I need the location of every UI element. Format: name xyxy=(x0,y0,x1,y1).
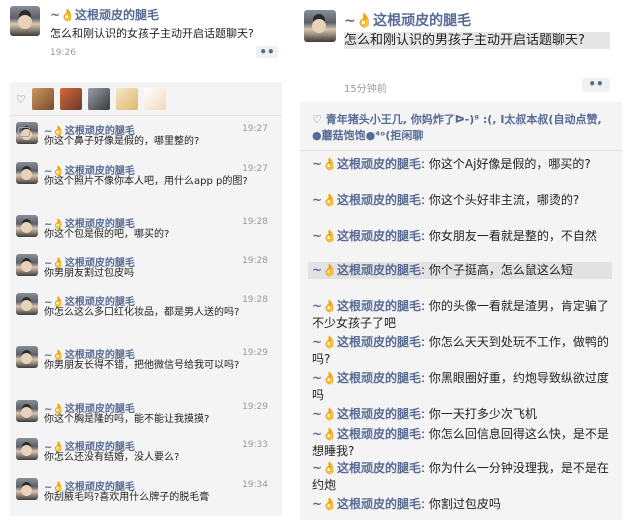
comment-text: 你怎么这么多口红化妆品，都是男人送的吗? xyxy=(44,307,240,318)
commenter-name[interactable]: ~👌这根顽皮的腿毛 xyxy=(312,461,421,475)
comment-text: 你怎么还没有结婚，没人要么? xyxy=(44,452,180,463)
poster-avatar[interactable] xyxy=(304,10,336,42)
comment-text: 你这个包是假的吧，哪买的? xyxy=(44,229,170,240)
comment-text: 你男朋友割过包皮吗 xyxy=(44,268,134,279)
comment-item[interactable]: ~👌这根顽皮的腿毛 19:27 你这个照片不像你本人吧，用什么app p的图? xyxy=(16,162,276,210)
comment-item[interactable]: ~👌这根顽皮的腿毛: 你女朋友一看就是整的，不自然 xyxy=(312,228,612,245)
comment-time: 19:28 xyxy=(242,217,268,227)
comment-time: 19:29 xyxy=(242,402,268,412)
comment-item[interactable]: ~👌这根顽皮的腿毛: 你这个头好非主流，哪烫的? xyxy=(312,192,612,209)
comment-text: 你刮腋毛吗?喜欢用什么牌子的脱毛膏 xyxy=(44,492,210,503)
comment-text: : 你割过包皮吗 xyxy=(421,497,501,511)
right-moment-post: ~👌这根顽皮的腿毛 怎么和刚认识的男孩子主动开启话题聊天? 15分钟前 •• ♡… xyxy=(296,0,622,520)
liker-avatar[interactable] xyxy=(143,88,166,110)
comment-text: 你这个胸是隆的吗，能不能让我摸摸? xyxy=(44,414,210,425)
post-time: 15分钟前 xyxy=(344,84,387,95)
comment-section: ♡ 青年猪头小王几, 你妈炸了ᐅ-)⁹ :(, I太叔本叔(自动点赞, ●蘑菇饱… xyxy=(300,102,622,520)
comment-time: 19:28 xyxy=(242,256,268,266)
left-moment-post: ~👌这根顽皮的腿毛 怎么和刚认识的女孩子主动开启话题聊天? 19:26 •• ♡… xyxy=(6,0,285,520)
commenter-avatar[interactable] xyxy=(16,478,38,500)
commenter-avatar[interactable] xyxy=(16,293,38,315)
liker-avatar[interactable] xyxy=(31,88,54,110)
comment-time: 19:28 xyxy=(242,295,268,305)
comment-item[interactable]: ~👌这根顽皮的腿毛 19:29 你男朋友长得不错，把他微信号给我可以吗? xyxy=(16,346,276,398)
liker-avatar[interactable] xyxy=(59,88,82,110)
more-options-button[interactable]: •• xyxy=(256,46,278,58)
more-options-button[interactable]: •• xyxy=(582,78,610,92)
divider xyxy=(10,115,282,116)
comment-item[interactable]: ~👌这根顽皮的腿毛 19:28 你这个包是假的吧，哪买的? xyxy=(16,215,276,253)
likes-row: ♡ 青年猪头小王几, 你妈炸了ᐅ-)⁹ :(, I太叔本叔(自动点赞, ●蘑菇饱… xyxy=(312,113,602,142)
comment-time: 19:34 xyxy=(242,480,268,490)
comment-item[interactable]: ~👌这根顽皮的腿毛: 你为什么一分钟没理我，是不是在约炮 xyxy=(312,460,612,494)
comment-item[interactable]: ~👌这根顽皮的腿毛: 你黑眼圈好重，约炮导致纵欲过度吗 xyxy=(312,370,612,404)
comment-item[interactable]: ~👌这根顽皮的腿毛 19:34 你刮腋毛吗?喜欢用什么牌子的脱毛膏 xyxy=(16,478,276,514)
commenter-name[interactable]: ~👌这根顽皮的腿毛 xyxy=(312,157,421,171)
likes-row: ♡ xyxy=(10,82,282,110)
commenter-name[interactable]: ~👌这根顽皮的腿毛 xyxy=(312,229,421,243)
liker-avatar[interactable] xyxy=(115,88,138,110)
comment-item[interactable]: ~👌这根顽皮的腿毛 19:28 你男朋友割过包皮吗 xyxy=(16,254,276,292)
comment-bubble-icon xyxy=(18,127,30,137)
comment-item[interactable]: ~👌这根顽皮的腿毛: 你怎么回信息回得这么快，是不是想睡我? xyxy=(312,426,612,460)
comment-item-highlighted[interactable]: ~👌这根顽皮的腿毛: 你个子挺高，怎么鼠这么短 xyxy=(308,262,612,279)
comment-time: 19:27 xyxy=(242,124,268,134)
comment-item[interactable]: ~👌这根顽皮的腿毛: 你这个Aj好像是假的，哪买的? xyxy=(312,156,612,173)
commenter-avatar[interactable] xyxy=(16,254,38,276)
divider xyxy=(300,150,622,151)
comment-text: : 你一天打多少次飞机 xyxy=(421,407,537,421)
comment-text: : 你个子挺高，怎么鼠这么短 xyxy=(421,263,573,277)
comment-text: : 你这个Aj好像是假的，哪买的? xyxy=(421,157,591,171)
liker-avatar[interactable] xyxy=(87,88,110,110)
commenter-avatar[interactable] xyxy=(16,438,38,460)
commenter-avatar[interactable] xyxy=(16,162,38,184)
comment-text: 你这个照片不像你本人吧，用什么app p的图? xyxy=(44,176,248,187)
comment-text: 你这个鼻子好像是假的，哪里整的? xyxy=(44,136,200,147)
comment-item[interactable]: ~👌这根顽皮的腿毛 19:27 你这个鼻子好像是假的，哪里整的? xyxy=(16,122,276,162)
poster-avatar[interactable] xyxy=(10,6,40,36)
comment-item[interactable]: ~👌这根顽皮的腿毛: 你一天打多少次飞机 xyxy=(312,406,612,423)
commenter-name[interactable]: ~👌这根顽皮的腿毛 xyxy=(312,263,421,277)
commenter-name[interactable]: ~👌这根顽皮的腿毛 xyxy=(312,497,421,511)
commenter-avatar[interactable] xyxy=(16,215,38,237)
commenter-name[interactable]: ~👌这根顽皮的腿毛 xyxy=(312,193,421,207)
heart-icon: ♡ xyxy=(16,92,26,106)
post-time: 19:26 xyxy=(50,48,76,58)
poster-name[interactable]: ~👌这根顽皮的腿毛 xyxy=(344,10,471,30)
comment-item[interactable]: ~👌这根顽皮的腿毛 19:28 你怎么这么多口红化妆品，都是男人送的吗? xyxy=(16,293,276,343)
comment-item[interactable]: ~👌这根顽皮的腿毛: 你割过包皮吗 xyxy=(312,496,612,513)
comment-item[interactable]: ~👌这根顽皮的腿毛 19:33 你怎么还没有结婚，没人要么? xyxy=(16,438,276,476)
comment-time: 19:29 xyxy=(242,348,268,358)
comment-time: 19:27 xyxy=(242,164,268,174)
poster-name[interactable]: ~👌这根顽皮的腿毛 xyxy=(50,6,159,23)
comment-time: 19:33 xyxy=(242,440,268,450)
post-text: 怎么和刚认识的男孩子主动开启话题聊天? xyxy=(344,32,610,49)
comment-text: : 你这个头好非主流，哪烫的? xyxy=(421,193,580,207)
comment-item[interactable]: ~👌这根顽皮的腿毛 19:29 你这个胸是隆的吗，能不能让我摸摸? xyxy=(16,400,276,436)
commenter-name[interactable]: ~👌这根顽皮的腿毛 xyxy=(312,335,421,349)
commenter-avatar[interactable] xyxy=(16,400,38,422)
commenter-name[interactable]: ~👌这根顽皮的腿毛 xyxy=(312,371,421,385)
comment-item[interactable]: ~👌这根顽皮的腿毛: 你怎么天天到处玩不工作，做鸭的吗? xyxy=(312,334,612,368)
commenter-avatar[interactable] xyxy=(16,346,38,368)
commenter-name[interactable]: ~👌这根顽皮的腿毛 xyxy=(312,299,421,313)
comment-section: ♡ ~👌这根顽皮的腿毛 19:27 你这个鼻子好像是假的，哪里整的? ~👌这根顽… xyxy=(10,82,282,516)
comment-text: : 你女朋友一看就是整的，不自然 xyxy=(421,229,597,243)
commenter-name[interactable]: ~👌这根顽皮的腿毛 xyxy=(312,407,421,421)
comment-item[interactable]: ~👌这根顽皮的腿毛: 你的头像一看就是渣男，肯定骗了不少女孩子了吧 xyxy=(312,298,612,332)
post-text: 怎么和刚认识的女孩子主动开启话题聊天? xyxy=(50,27,254,40)
comment-text: 你男朋友长得不错，把他微信号给我可以吗? xyxy=(44,360,240,371)
commenter-name[interactable]: ~👌这根顽皮的腿毛 xyxy=(312,427,421,441)
